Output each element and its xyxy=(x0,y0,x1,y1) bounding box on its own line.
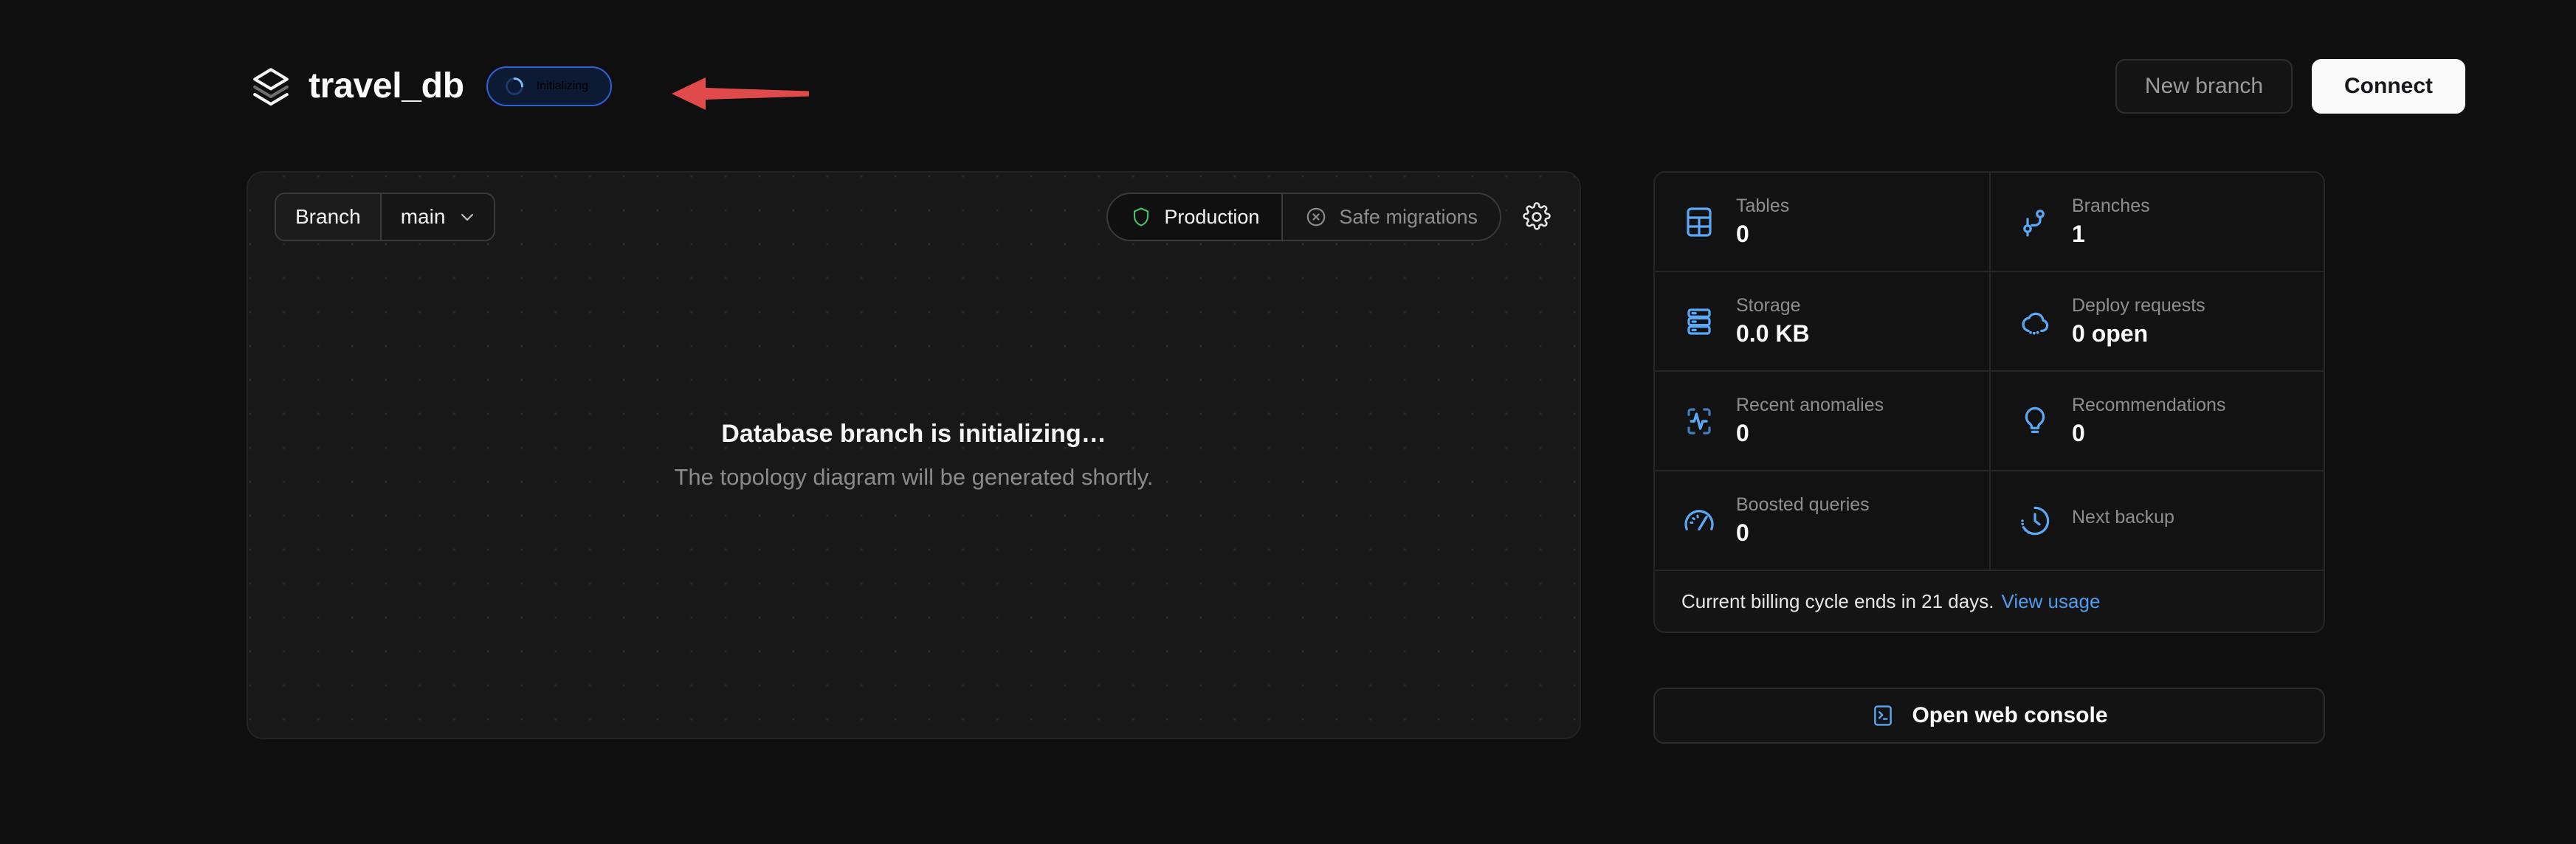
metric-value: 0 xyxy=(1736,421,1884,446)
metric-label: Next backup xyxy=(2072,508,2174,528)
metric-value: 1 xyxy=(2072,221,2150,247)
canvas-toolbar: Branch main xyxy=(248,173,1580,261)
empty-state-subtitle: The topology diagram will be generated s… xyxy=(674,465,1153,490)
terminal-icon xyxy=(1870,703,1895,728)
branch-selector-label: Branch xyxy=(276,194,380,240)
metric-text: Boosted queries 0 xyxy=(1736,495,1870,547)
metrics-row: Storage 0.0 KB Deploy requests 0 open xyxy=(1655,272,2324,372)
metric-deploy-requests[interactable]: Deploy requests 0 open xyxy=(1989,272,2324,370)
metrics-row: Boosted queries 0 Next backup xyxy=(1655,471,2324,571)
left-arrow-annotation-icon xyxy=(670,72,810,115)
metric-boosted-queries[interactable]: Boosted queries 0 xyxy=(1655,471,1989,570)
shield-icon xyxy=(1130,206,1152,228)
metrics-panel: Tables 0 Branches 1 xyxy=(1653,171,2325,633)
metric-text: Recommendations 0 xyxy=(2072,395,2225,447)
metric-label: Tables xyxy=(1736,196,1789,217)
metric-label: Branches xyxy=(2072,196,2150,217)
spinner-icon xyxy=(504,76,525,97)
safe-migrations-toggle-label: Safe migrations xyxy=(1339,207,1478,227)
layers-icon xyxy=(249,65,292,108)
lightbulb-icon xyxy=(2017,404,2053,439)
safe-migrations-toggle[interactable]: Safe migrations xyxy=(1281,194,1500,240)
table-icon xyxy=(1681,204,1717,240)
status-badge-label: Initializing xyxy=(537,80,588,93)
gear-icon xyxy=(1522,202,1552,232)
gauge-icon xyxy=(1681,503,1717,539)
view-usage-link[interactable]: View usage xyxy=(2001,592,2100,611)
metric-label: Deploy requests xyxy=(2072,296,2205,316)
circle-x-icon xyxy=(1305,206,1327,228)
cloud-deploy-icon xyxy=(2017,304,2053,339)
environment-toggle-group: Production Safe migrations xyxy=(1106,193,1501,241)
metric-label: Boosted queries xyxy=(1736,495,1870,516)
canvas-settings-button[interactable] xyxy=(1521,201,1553,233)
new-branch-button[interactable]: New branch xyxy=(2115,59,2293,114)
page-header: travel_db Initializing New branch Connec… xyxy=(0,0,2576,131)
canvas-toolbar-right: Production Safe migrations xyxy=(1106,193,1553,241)
metric-label: Recent anomalies xyxy=(1736,395,1884,416)
metric-value: 0 xyxy=(1736,520,1870,546)
metric-label: Recommendations xyxy=(2072,395,2225,416)
metric-text: Next backup xyxy=(2072,508,2174,533)
chevron-down-icon xyxy=(458,208,476,226)
metric-text: Tables 0 xyxy=(1736,196,1789,248)
header-left-group: travel_db Initializing xyxy=(249,60,612,112)
connect-button[interactable]: Connect xyxy=(2312,59,2465,114)
clock-icon xyxy=(2017,503,2053,539)
production-toggle-label: Production xyxy=(1164,207,1259,227)
metric-text: Branches 1 xyxy=(2072,196,2150,248)
billing-notice-text: Current billing cycle ends in 21 days. xyxy=(1681,592,1994,611)
storage-icon xyxy=(1681,304,1717,339)
app-root: travel_db Initializing New branch Connec… xyxy=(0,0,2576,844)
metric-recent-anomalies[interactable]: Recent anomalies 0 xyxy=(1655,372,1989,470)
metric-tables[interactable]: Tables 0 xyxy=(1655,173,1989,271)
branch-selector-value-text: main xyxy=(401,207,446,227)
topology-canvas[interactable]: Database branch is initializing… The top… xyxy=(247,171,1581,739)
metric-recommendations[interactable]: Recommendations 0 xyxy=(1989,372,2324,470)
metric-next-backup[interactable]: Next backup xyxy=(1989,471,2324,570)
metric-label: Storage xyxy=(1736,296,1810,316)
metric-value: 0 open xyxy=(2072,321,2205,347)
branch-selector-value[interactable]: main xyxy=(380,194,495,240)
metrics-row: Tables 0 Branches 1 xyxy=(1655,173,2324,272)
metric-storage[interactable]: Storage 0.0 KB xyxy=(1655,272,1989,370)
open-web-console-label: Open web console xyxy=(1912,705,2107,727)
metric-text: Recent anomalies 0 xyxy=(1736,395,1884,447)
open-web-console-button[interactable]: Open web console xyxy=(1653,688,2325,744)
pulse-icon xyxy=(1681,404,1717,439)
metric-value: 0 xyxy=(2072,421,2225,446)
billing-notice: Current billing cycle ends in 21 days. V… xyxy=(1655,571,2324,632)
metric-branches[interactable]: Branches 1 xyxy=(1989,173,2324,271)
production-toggle[interactable]: Production xyxy=(1108,194,1281,240)
metric-text: Storage 0.0 KB xyxy=(1736,296,1810,347)
header-actions: New branch Connect xyxy=(2115,59,2465,114)
metric-text: Deploy requests 0 open xyxy=(2072,296,2205,347)
metric-value: 0 xyxy=(1736,221,1789,247)
status-badge[interactable]: Initializing xyxy=(486,66,612,106)
page-title: travel_db xyxy=(309,69,464,104)
metric-value: 0.0 KB xyxy=(1736,321,1810,347)
metrics-row: Recent anomalies 0 Recommendations 0 xyxy=(1655,372,2324,471)
empty-state-title: Database branch is initializing… xyxy=(721,421,1106,448)
branch-selector[interactable]: Branch main xyxy=(275,193,495,241)
branch-icon xyxy=(2017,204,2053,240)
